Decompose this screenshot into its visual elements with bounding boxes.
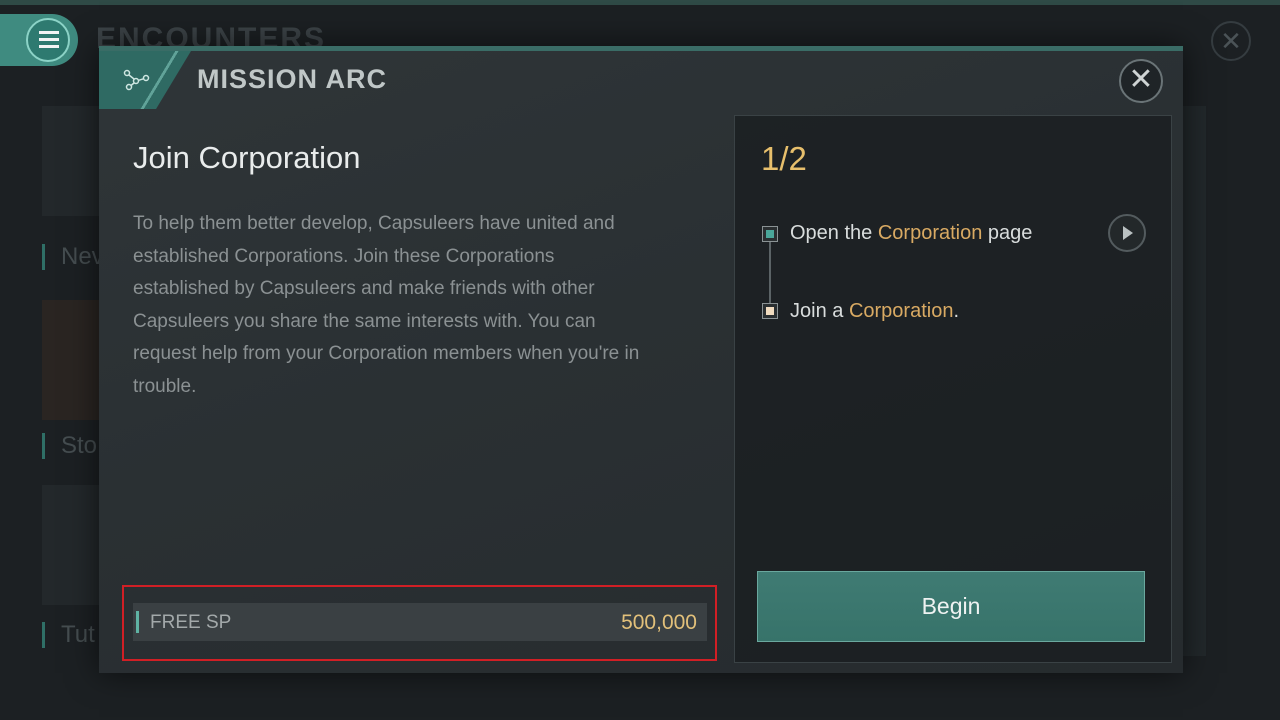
reward-accent-bar: [136, 611, 139, 633]
objective-go-button[interactable]: [1108, 214, 1146, 252]
background-close-icon[interactable]: ✕: [1211, 21, 1251, 61]
main-menu-button[interactable]: [0, 14, 78, 66]
menu-icon[interactable]: [26, 18, 70, 62]
reward-row: FREE SP 500,000: [133, 603, 707, 641]
background-card-label-1: Nev: [42, 244, 104, 270]
begin-button[interactable]: Begin: [757, 571, 1145, 642]
mission-arc-dialog: MISSION ARC ✕ Join Corporation To help t…: [99, 46, 1183, 673]
objective-2: Join a Corporation.: [790, 300, 959, 323]
reward-value: 500,000: [621, 611, 697, 634]
objective-2-prefix: Join a: [790, 300, 849, 322]
reward-label: FREE SP: [150, 612, 232, 633]
close-icon[interactable]: ✕: [1119, 59, 1163, 103]
background-card-3[interactable]: [42, 485, 102, 605]
objective-2-highlight: Corporation: [848, 300, 954, 322]
mission-description: To help them better develop, Capsuleers …: [133, 213, 640, 397]
background-card-2[interactable]: [42, 300, 102, 420]
objective-connector-line: [769, 241, 771, 307]
objective-1: Open the Corporation page: [790, 222, 1032, 245]
background-card-label-3: Tut: [42, 622, 95, 648]
background-top-line: [0, 0, 1280, 5]
dialog-header-title: MISSION ARC: [197, 64, 388, 94]
dialog-top-border: [99, 46, 1183, 51]
objective-1-highlight: Corporation: [877, 222, 983, 244]
mission-title: Join Corporation: [133, 140, 361, 175]
play-arrow-icon: [1123, 226, 1133, 240]
objective-2-suffix: .: [953, 300, 960, 322]
objective-marker-pending: [762, 303, 778, 319]
objective-1-suffix: page: [982, 222, 1033, 244]
objective-marker-active: [762, 226, 778, 242]
objective-progress: 1/2: [761, 140, 807, 177]
background-card-1[interactable]: [42, 106, 102, 216]
objective-1-prefix: Open the: [790, 222, 878, 244]
objectives-panel: 1/2 Open the Corporation page Join a Cor…: [734, 115, 1172, 663]
background-card-label-2: Sto: [42, 433, 97, 459]
background-side-card: [1180, 106, 1206, 656]
mission-arc-icon: [123, 69, 150, 91]
